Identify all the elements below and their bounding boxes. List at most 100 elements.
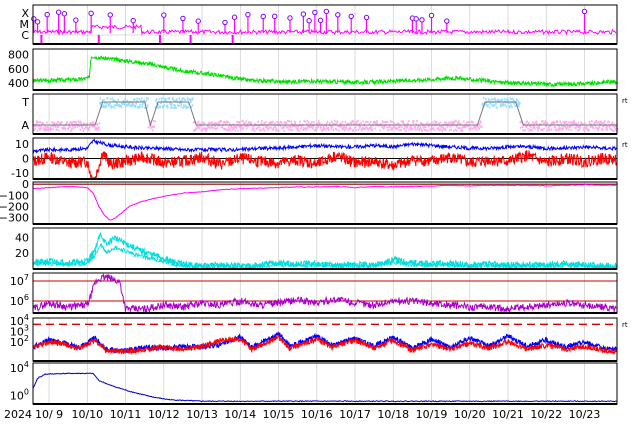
space-weather-chart: XMC800600400TArt100-10rt0−100−200−300402… — [0, 4, 628, 421]
sector-dot — [213, 122, 216, 125]
sector-dot — [500, 105, 502, 108]
y-tick-label: 100 — [10, 388, 29, 403]
sector-dot — [600, 122, 603, 125]
sector-dot — [458, 127, 461, 130]
sector-dot — [535, 120, 538, 123]
sector-dot — [74, 125, 76, 128]
sector-dot — [448, 129, 451, 132]
sector-dot — [168, 97, 170, 100]
sector-dot — [139, 106, 141, 109]
sector-dot — [550, 128, 553, 131]
sector-dot — [414, 128, 417, 131]
sector-dot — [222, 121, 225, 124]
wind-speed-line — [32, 55, 617, 88]
sector-dot — [239, 127, 242, 130]
flare-marker — [34, 19, 41, 25]
sector-dot — [270, 126, 272, 129]
sector-dot — [175, 106, 177, 109]
sector-dot — [334, 120, 336, 123]
sector-dot — [470, 127, 472, 130]
sector-dot — [176, 98, 178, 101]
sector-dot — [79, 128, 81, 131]
sector-dot — [564, 125, 567, 128]
sector-dot — [487, 104, 489, 107]
sector-dot — [263, 129, 266, 132]
x-tick-label: 10/13 — [186, 408, 218, 421]
sector-dot — [229, 129, 232, 132]
panel-xray-flares: XMC — [20, 7, 617, 43]
right-mark: rt — [622, 321, 628, 329]
sector-dot — [491, 98, 493, 101]
sector-dot — [472, 121, 474, 124]
sector-dot — [401, 126, 403, 129]
sector-dot — [450, 128, 452, 131]
sector-dot — [182, 106, 184, 109]
sector-dot — [591, 120, 593, 123]
sector-dot — [131, 105, 134, 108]
sector-dot — [203, 127, 205, 130]
panel-electron-flux: 107106 — [10, 272, 617, 314]
panel-proton-density: 4020 — [15, 231, 618, 270]
sector-dot — [135, 102, 137, 105]
sector-dot — [382, 121, 384, 124]
sector-dot — [414, 126, 416, 129]
high-energy-proton-line — [32, 372, 617, 403]
sector-dot — [430, 122, 433, 125]
sector-dot — [133, 98, 136, 101]
sector-dot — [57, 125, 60, 128]
sector-dot — [596, 127, 599, 130]
sector-dot — [34, 128, 36, 131]
sector-dot — [611, 121, 614, 124]
sector-dot — [75, 120, 77, 123]
sector-dot — [178, 104, 180, 107]
sector-dot — [283, 126, 285, 129]
x-tick-label: 10/11 — [110, 408, 142, 421]
sector-dot — [56, 128, 59, 131]
sector-dot — [330, 120, 333, 123]
sector-dot — [55, 125, 57, 128]
sector-dot — [409, 127, 412, 130]
electron-flux-line — [32, 272, 617, 314]
sector-dot — [211, 121, 213, 124]
sector-dot — [562, 127, 564, 130]
sector-dot — [72, 125, 74, 128]
sector-dot — [357, 129, 360, 132]
sector-dot — [527, 128, 529, 131]
sector-dot — [57, 120, 59, 123]
sector-dot — [338, 129, 340, 132]
x-tick-label: 10/23 — [569, 408, 601, 421]
sector-dot — [344, 120, 347, 123]
sector-dot — [421, 129, 423, 132]
sector-dot — [569, 121, 572, 124]
sector-dot — [227, 120, 229, 123]
sector-dot — [478, 127, 481, 130]
sector-dot — [411, 128, 414, 131]
sector-dot — [165, 99, 167, 102]
sector-dot — [518, 105, 520, 108]
sector-dot — [220, 120, 222, 123]
sector-dot — [250, 121, 252, 124]
sector-dot — [485, 98, 487, 101]
flare-marker — [55, 9, 62, 15]
sector-dot — [328, 129, 330, 132]
sector-dot — [368, 128, 370, 131]
sector-dot — [499, 103, 502, 106]
x-tick-label: 10/16 — [301, 408, 333, 421]
sector-dot — [534, 127, 536, 130]
sector-dot — [214, 125, 216, 128]
x-tick-label: 10/21 — [492, 408, 524, 421]
y-tick-label: 107 — [10, 273, 29, 288]
sector-dot — [161, 97, 164, 100]
sector-dot — [583, 127, 585, 130]
sector-dot — [318, 120, 320, 123]
sector-dot — [429, 128, 432, 131]
sector-dot — [396, 128, 399, 131]
sector-dot — [242, 126, 245, 129]
sector-dot — [46, 121, 48, 124]
sector-dot — [485, 103, 488, 106]
sector-dot — [155, 98, 158, 101]
sector-dot — [209, 127, 211, 130]
flare-marker — [363, 14, 370, 21]
sector-dot — [314, 129, 317, 132]
bt-line — [32, 138, 617, 154]
